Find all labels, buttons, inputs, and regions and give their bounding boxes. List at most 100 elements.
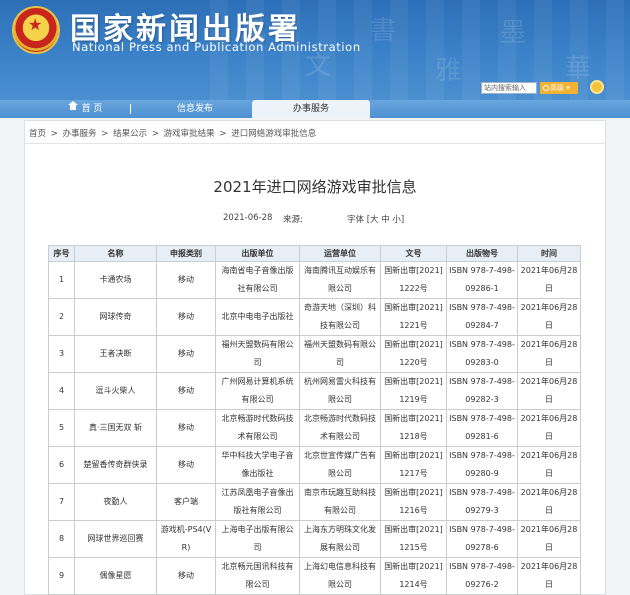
publisher-cell: 北京畅元国讯科技有限公司	[215, 557, 300, 595]
divider	[25, 143, 605, 144]
breadcrumb-game-approvals[interactable]: 游戏审批结果	[164, 129, 215, 139]
nav-services[interactable]: 办事服务	[252, 100, 370, 118]
isbn-cell: ISBN 978-7-498-09281-6	[446, 409, 518, 447]
operator-cell: 奇游天地（深圳）科技有限公司	[299, 298, 381, 336]
approval-number-cell: 国新出审[2021]1214号	[380, 557, 447, 595]
column-header: 运营单位	[299, 245, 381, 262]
table-row: 5 真·三国无双 斩移动 北京畅游时代数码技术有限公司 北京畅游时代数码技术有限公司国…	[48, 409, 581, 447]
game-name-cell: 网球世界巡回赛	[74, 520, 157, 558]
row-index-cell: 6	[48, 446, 75, 484]
publish-date: 2021-06-28	[223, 213, 273, 223]
approval-number-cell: 国新出审[2021]1215号	[380, 520, 447, 558]
approval-date-cell: 2021年06月28日	[517, 372, 581, 410]
publisher-cell: 海南省电子音像出版社有限公司	[215, 261, 300, 299]
approval-number-cell: 国新出审[2021]1219号	[380, 372, 447, 410]
table-row: 8 网球世界巡回赛 游戏机-PS4(VR) 上海电子出版有限公司 上海东方明珠文化发展有…	[48, 520, 581, 558]
search-button[interactable]: 高级 ▾	[540, 82, 578, 94]
operator-cell: 杭州网易雷火科技有限公司	[299, 372, 381, 410]
table-row: 1 卡通农场 移动 海南省电子音像出版社有限公司 海南腾讯互动娱乐有限公司 国新出审[20…	[48, 261, 581, 299]
table-row: 9 偶像星愿 移动 北京畅元国讯科技有限公司 上海幻电信息科技有限公司 国新出审[2021…	[48, 557, 581, 595]
national-emblem-icon[interactable]: ★	[12, 6, 60, 54]
approval-date-cell: 2021年06月28日	[517, 261, 581, 299]
operator-cell: 北京畅游时代数码技术有限公司	[299, 409, 381, 447]
approval-date-cell: 2021年06月28日	[517, 520, 581, 558]
approval-table: 序号 名称 申报类别 出版单位 运营单位 文号 出版物号 时间 1 卡通农场 移动海…	[48, 245, 581, 595]
breadcrumb-separator: >	[101, 129, 109, 139]
isbn-cell: ISBN 978-7-498-09283-0	[446, 335, 518, 373]
nav-divider	[130, 104, 131, 114]
font-size-control[interactable]: 字体 [大 中 小]	[347, 213, 404, 225]
game-name-cell: 真·三国无双 斩	[74, 409, 157, 447]
publisher-cell: 广州网易计算机系统有限公司	[215, 372, 300, 410]
approval-number-cell: 国新出审[2021]1222号	[380, 261, 447, 299]
breadcrumb-separator: >	[50, 129, 58, 139]
column-header: 出版物号	[446, 245, 518, 262]
game-name-cell: 逗斗火柴人	[74, 372, 157, 410]
column-header: 名称	[74, 245, 157, 262]
isbn-cell: ISBN 978-7-498-09279-3	[446, 483, 518, 521]
row-index-cell: 4	[48, 372, 75, 410]
category-cell: 游戏机-PS4(VR)	[156, 520, 216, 558]
breadcrumb-results[interactable]: 结果公示	[113, 129, 147, 139]
isbn-cell: ISBN 978-7-498-09286-1	[446, 261, 518, 299]
row-index-cell: 1	[48, 261, 75, 299]
game-name-cell: 楚留香传奇群侠录	[74, 446, 157, 484]
publisher-cell: 北京中电电子出版社	[215, 298, 300, 336]
row-index-cell: 7	[48, 483, 75, 521]
approval-date-cell: 2021年06月28日	[517, 409, 581, 447]
approval-date-cell: 2021年06月28日	[517, 557, 581, 595]
search-icon	[543, 85, 549, 91]
game-name-cell: 卡通农场	[74, 261, 157, 299]
table-row: 3 王者决断 移动 福州天盟数码有限公司 福州天盟数码有限公司 国新出审[2021]122…	[48, 335, 581, 373]
game-name-cell: 王者决断	[74, 335, 157, 373]
game-name-cell: 偶像星愿	[74, 557, 157, 595]
row-index-cell: 2	[48, 298, 75, 336]
approval-date-cell: 2021年06月28日	[517, 335, 581, 373]
column-header: 出版单位	[215, 245, 300, 262]
nav-info-release[interactable]: 信息发布	[160, 100, 230, 118]
row-index-cell: 8	[48, 520, 75, 558]
column-header: 申报类别	[156, 245, 216, 262]
isbn-cell: ISBN 978-7-498-09284-7	[446, 298, 518, 336]
category-cell: 客户端	[156, 483, 216, 521]
category-cell: 移动	[156, 261, 216, 299]
site-subtitle: National Press and Publication Administr…	[72, 40, 361, 54]
publisher-cell: 北京畅游时代数码技术有限公司	[215, 409, 300, 447]
table-row: 2 网球传奇 移动 北京中电电子出版社 奇游天地（深圳）科技有限公司 国新出审[2021]…	[48, 298, 581, 336]
category-cell: 移动	[156, 557, 216, 595]
row-index-cell: 5	[48, 409, 75, 447]
breadcrumb-separator: >	[151, 129, 159, 139]
breadcrumb-home[interactable]: 首页	[29, 129, 46, 139]
accessibility-icon[interactable]	[590, 80, 604, 94]
nav-home[interactable]: 首 页	[50, 100, 120, 118]
category-cell: 移动	[156, 409, 216, 447]
approval-number-cell: 国新出审[2021]1217号	[380, 446, 447, 484]
content-panel: 首页 > 办事服务 > 结果公示 > 游戏审批结果 > 进口网络游戏审批信息 2…	[24, 120, 606, 595]
approval-number-cell: 国新出审[2021]1218号	[380, 409, 447, 447]
publisher-cell: 福州天盟数码有限公司	[215, 335, 300, 373]
category-cell: 移动	[156, 298, 216, 336]
breadcrumb-current[interactable]: 进口网络游戏审批信息	[231, 129, 316, 139]
isbn-cell: ISBN 978-7-498-09280-9	[446, 446, 518, 484]
game-name-cell: 网球传奇	[74, 298, 157, 336]
isbn-cell: ISBN 978-7-498-09282-3	[446, 372, 518, 410]
approval-date-cell: 2021年06月28日	[517, 298, 581, 336]
game-name-cell: 夜勤人	[74, 483, 157, 521]
operator-cell: 上海幻电信息科技有限公司	[299, 557, 381, 595]
row-index-cell: 3	[48, 335, 75, 373]
nav-home-label: 首 页	[81, 104, 103, 114]
approval-number-cell: 国新出审[2021]1216号	[380, 483, 447, 521]
breadcrumb-services[interactable]: 办事服务	[63, 129, 97, 139]
row-index-cell: 9	[48, 557, 75, 595]
approval-date-cell: 2021年06月28日	[517, 483, 581, 521]
search-input[interactable]: 站内搜索输入	[481, 82, 537, 94]
operator-cell: 海南腾讯互动娱乐有限公司	[299, 261, 381, 299]
table-row: 6 楚留香传奇群侠录 移动 华中科技大学电子音像出版社 北京世宣传媒广告有限公司 国新出审…	[48, 446, 581, 484]
operator-cell: 北京世宣传媒广告有限公司	[299, 446, 381, 484]
breadcrumb: 首页 > 办事服务 > 结果公示 > 游戏审批结果 > 进口网络游戏审批信息	[29, 127, 318, 139]
publisher-cell: 江苏凤凰电子音像出版社有限公司	[215, 483, 300, 521]
column-header: 时间	[517, 245, 581, 262]
isbn-cell: ISBN 978-7-498-09276-2	[446, 557, 518, 595]
table-header-row: 序号 名称 申报类别 出版单位 运营单位 文号 出版物号 时间	[48, 245, 581, 262]
page-title: 2021年进口网络游戏审批信息	[213, 178, 417, 196]
